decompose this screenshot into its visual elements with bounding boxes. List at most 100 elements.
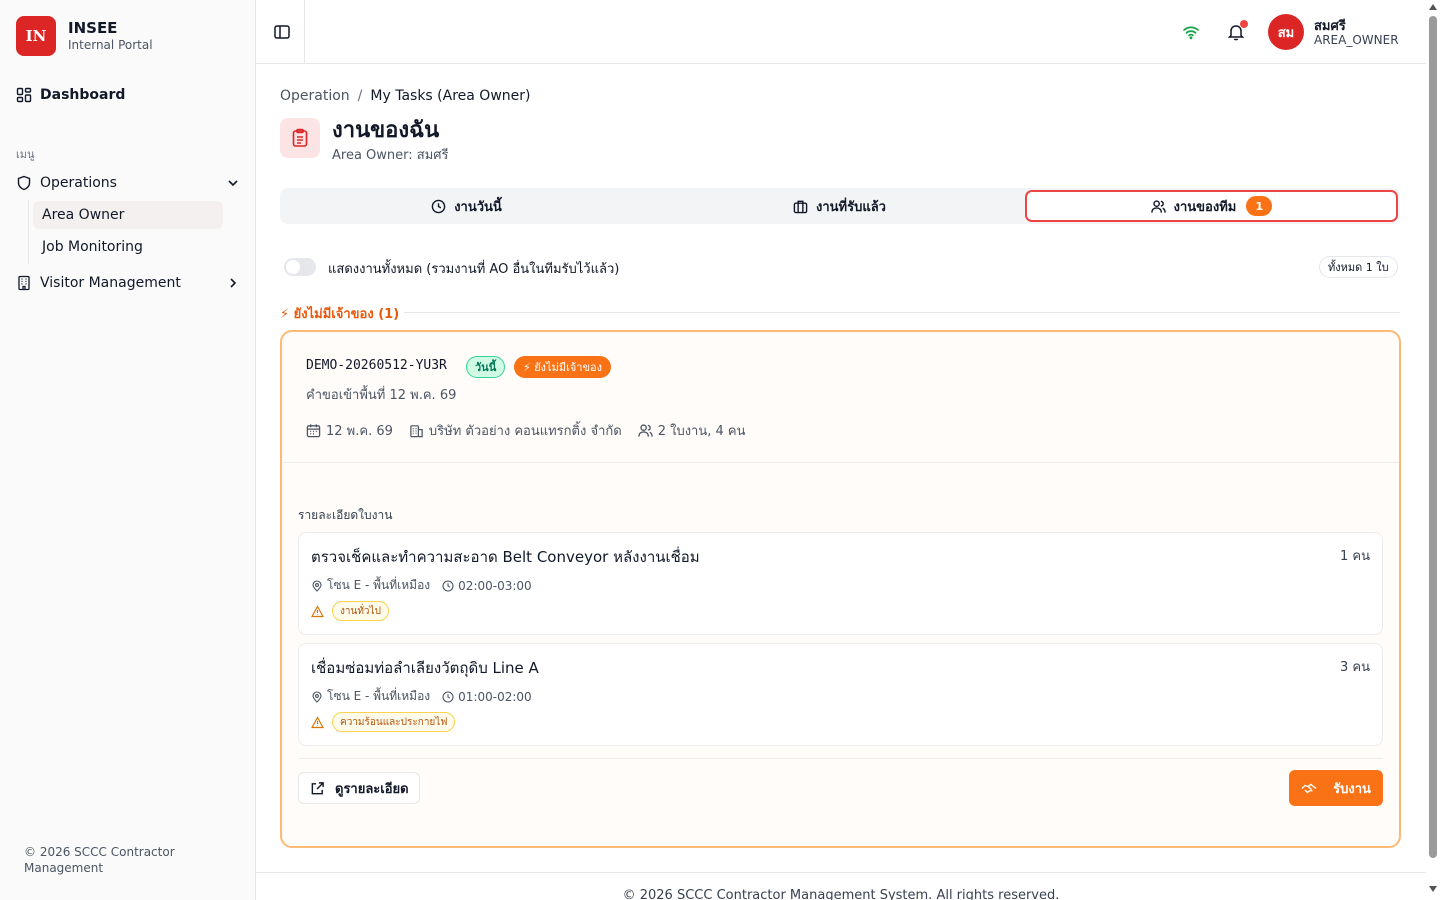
company-building-icon <box>410 425 423 438</box>
work-permit-item[interactable]: ตรวจเช็คและทำความสะอาด Belt Conveyor หลั… <box>298 532 1383 635</box>
map-pin-icon <box>312 690 322 703</box>
people-icon <box>637 424 653 437</box>
work-permit-time: 01:00-02:00 <box>442 687 532 706</box>
clipboard-icon <box>292 128 308 147</box>
breadcrumb-parent[interactable]: Operation <box>280 88 350 104</box>
nav-dashboard[interactable]: Dashboard <box>16 83 240 107</box>
chevron-down-icon <box>228 180 238 187</box>
work-permit-location-text: โซน E - พื้นที่เหมือง <box>327 689 431 703</box>
work-permit-time: 02:00-03:00 <box>442 576 532 595</box>
work-permit-title: เชื่อมซ่อมท่อลำเลียงวัตถุดิบ Line A <box>311 659 539 677</box>
work-permit-detail-title: รายละเอียดใบงาน <box>298 508 393 522</box>
work-permit-meta: โซน E - พื้นที่เหมือง 01:00-02:00 <box>311 687 544 706</box>
footer-divider <box>256 872 1426 873</box>
breadcrumb-separator: / <box>357 88 363 104</box>
operations-submenu: Area Owner Job Monitoring <box>28 200 228 264</box>
page-footer: © 2026 SCCC Contractor Management System… <box>622 888 1060 900</box>
task-tabs: งานวันนี้ งานที่รับแล้ว งานของทีม 1 <box>280 188 1400 224</box>
request-id: DEMO-20260512-YU3R <box>306 358 447 373</box>
work-permit-time-text: 01:00-02:00 <box>458 689 532 704</box>
view-detail-button[interactable]: ดูรายละเอียด <box>298 772 420 804</box>
warning-triangle-icon <box>311 604 324 617</box>
brand-name: INSEE <box>68 19 118 37</box>
meta-company: บริษัท ตัวอย่าง คอนแทรกติ้ง จำกัด <box>409 420 622 441</box>
card-footer-divider <box>298 758 1383 759</box>
request-description: คำขอเข้าพื้นที่ 12 พ.ค. 69 <box>306 388 457 403</box>
show-all-label: แสดงงานทั้งหมด (รวมงานที่ AO อื่นในทีมรั… <box>328 262 620 277</box>
building-icon <box>18 275 30 291</box>
sidebar-footer: © 2026 SCCC Contractor Management <box>24 845 175 875</box>
no-owner-badge: ⚡ ยังไม่มีเจ้าของ <box>514 356 611 378</box>
work-permit-item[interactable]: เชื่อมซ่อมท่อลำเลียงวัตถุดิบ Line A 3 คน… <box>298 643 1383 746</box>
nav-dashboard-label: Dashboard <box>40 87 126 103</box>
nav-operations-label: Operations <box>40 175 117 191</box>
work-permit-risk: งานทั่วไป <box>311 601 389 621</box>
notification-dot <box>1240 20 1248 28</box>
topbar-divider <box>304 0 305 64</box>
topbar: สม สมศรี AREA_OWNER <box>256 0 1426 64</box>
request-date: 12 พ.ค. 69 <box>326 424 393 439</box>
work-permit-location-text: โซน E - พื้นที่เหมือง <box>327 578 431 592</box>
page-icon <box>280 118 320 158</box>
briefcase-icon <box>793 200 808 213</box>
tab-today[interactable]: งานวันนี้ <box>280 188 653 224</box>
show-all-switch[interactable] <box>284 258 316 276</box>
request-summary: 2 ใบงาน, 4 คน <box>657 424 746 439</box>
clock-icon <box>442 690 454 703</box>
clock-icon <box>442 579 454 592</box>
page-scrollbar[interactable] <box>1426 0 1440 900</box>
scroll-thumb[interactable] <box>1429 16 1437 858</box>
brand-text: INSEE Internal Portal <box>68 19 153 53</box>
nav-visitor-management[interactable]: Visitor Management <box>16 271 240 295</box>
sidebar-toggle-icon[interactable] <box>272 22 292 42</box>
work-permit-count: 1 คน <box>1340 549 1370 564</box>
tab-today-label: งานวันนี้ <box>454 199 502 215</box>
work-permit-location: โซน E - พื้นที่เหมือง <box>311 576 430 595</box>
card-divider <box>282 462 1399 463</box>
brand-logo: IN <box>16 16 56 56</box>
accept-job-button[interactable]: รับงาน <box>1289 770 1383 806</box>
avatar[interactable]: สม <box>1268 14 1304 50</box>
warning-triangle-icon <box>311 715 324 728</box>
risk-tag: งานทั่วไป <box>332 601 389 621</box>
sidebar: IN INSEE Internal Portal Dashboard เมนู … <box>0 0 256 900</box>
work-permit-risk: ความร้อนและประกายไฟ <box>311 712 456 732</box>
scroll-up-arrow-icon[interactable] <box>1429 4 1437 10</box>
tab-accepted[interactable]: งานที่รับแล้ว <box>653 188 1026 224</box>
work-permit-meta: โซน E - พื้นที่เหมือง 02:00-03:00 <box>311 576 544 595</box>
handshake-icon <box>1301 783 1317 794</box>
switch-knob <box>286 260 300 274</box>
brand-subtitle: Internal Portal <box>68 38 153 52</box>
nav-area-owner[interactable]: Area Owner <box>33 201 223 229</box>
scroll-down-arrow-icon[interactable] <box>1429 886 1437 892</box>
nav-operations[interactable]: Operations <box>16 171 240 195</box>
page-title: งานของฉัน <box>332 118 440 143</box>
request-card: DEMO-20260512-YU3R วันนี้ ⚡ ยังไม่มีเจ้า… <box>280 330 1401 848</box>
brand[interactable]: IN INSEE Internal Portal <box>16 16 153 56</box>
nav-job-monitoring[interactable]: Job Monitoring <box>33 233 223 261</box>
page-subtitle: Area Owner: สมศรี <box>332 148 449 163</box>
calendar-icon <box>306 424 321 438</box>
section-unowned-title: ⚡ ยังไม่มีเจ้าของ (1) <box>280 307 400 322</box>
meta-summary: 2 ใบงาน, 4 คน <box>637 420 746 441</box>
tab-accepted-label: งานที่รับแล้ว <box>816 199 886 215</box>
breadcrumb-current: My Tasks (Area Owner) <box>370 88 531 104</box>
dashboard-grid-icon <box>16 87 32 103</box>
tab-team-label: งานของทีม <box>1173 199 1237 215</box>
request-meta: 12 พ.ค. 69 บริษัท ตัวอย่าง คอนแทรกติ้ง จ… <box>306 420 762 441</box>
users-icon <box>1150 199 1166 213</box>
map-pin-icon <box>312 579 322 592</box>
work-permit-time-text: 02:00-03:00 <box>458 578 532 593</box>
meta-date: 12 พ.ค. 69 <box>306 420 393 441</box>
nav-group-label: เมนู <box>16 148 35 161</box>
work-permit-title: ตรวจเช็คและทำความสะอาด Belt Conveyor หลั… <box>311 548 700 566</box>
clock-icon <box>431 199 446 213</box>
work-permit-count: 3 คน <box>1340 660 1370 675</box>
risk-tag: ความร้อนและประกายไฟ <box>332 712 456 732</box>
nav-visitor-label: Visitor Management <box>40 275 181 291</box>
work-permit-location: โซน E - พื้นที่เหมือง <box>311 687 430 706</box>
request-company: บริษัท ตัวอย่าง คอนแทรกติ้ง จำกัด <box>428 424 622 439</box>
accept-job-label: รับงาน <box>1333 781 1371 797</box>
tab-team[interactable]: งานของทีม 1 <box>1025 190 1398 222</box>
chevron-right-icon <box>230 278 237 288</box>
